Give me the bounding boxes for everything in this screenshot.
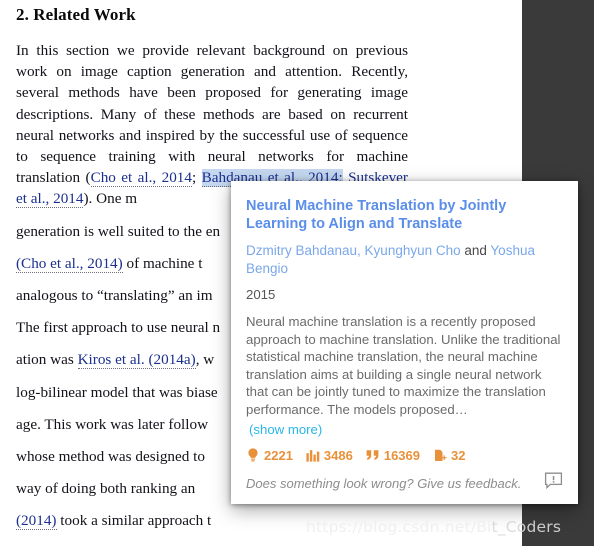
lightbulb-icon xyxy=(246,448,260,462)
show-more-link[interactable]: (show more) xyxy=(249,421,322,439)
metric-value-highly-influenced: 2221 xyxy=(264,447,293,463)
paragraph-1-line-cho-rest: of machine t xyxy=(122,254,203,272)
paragraph-1-tail: ). One m xyxy=(83,190,138,208)
metric-value-references: 32 xyxy=(451,447,466,463)
paper-abstract: Neural machine translation is a recently… xyxy=(246,314,561,417)
paragraph-1-line-analogous: analogous to “translating” an im xyxy=(16,287,213,305)
feedback-button[interactable] xyxy=(541,472,565,496)
metric-value-citation-velocity: 3486 xyxy=(323,447,353,463)
watermark-part-on-white: https://blog.csdn.net/Bi xyxy=(306,518,492,536)
metric-references[interactable]: 32 xyxy=(433,448,465,463)
paragraph-2-seg1: The first approach to use neural n xyxy=(16,319,221,337)
watermark-part-on-dark: t_Coders xyxy=(491,518,562,536)
section-heading: 2. Related Work xyxy=(16,5,136,24)
paragraph-2-seg7: way of doing both ranking an xyxy=(16,480,196,498)
metric-citations[interactable]: 16369 xyxy=(366,448,420,463)
paragraph-2-seg8: took a similar approach t xyxy=(56,512,212,530)
paragraph-2-seg3: , w xyxy=(195,351,215,369)
bar-chart-icon xyxy=(306,448,320,462)
publication-year: 2015 xyxy=(246,287,276,302)
citation-separator: ; xyxy=(192,169,202,187)
paragraph-1-line-generation: generation is well suited to the en xyxy=(16,222,221,240)
citation-cho-2014[interactable]: Cho et al., 2014 xyxy=(90,169,192,188)
paragraph-2-seg6: whose method was designed to xyxy=(16,448,205,466)
citation-kiros-2014a[interactable]: Kiros et al. (2014a) xyxy=(77,351,196,370)
watermark: https://blog.csdn.net/Bit_Coders xyxy=(306,518,561,536)
scholar-preview-card[interactable]: Neural Machine Translation by Jointly Le… xyxy=(231,181,578,504)
feedback-prompt-text: Does something look wrong? Give us feedb… xyxy=(246,476,522,492)
paper-authors: Dzmitry Bahdanau, Kyunghyun Cho and Yosh… xyxy=(246,242,563,278)
author-link-1[interactable]: Dzmitry Bahdanau, Kyunghyun Cho xyxy=(246,243,461,258)
comment-alert-icon xyxy=(544,472,563,495)
citation-cho-2014-second[interactable]: (Cho et al., 2014) xyxy=(16,254,123,273)
paper-metrics-row: 2221 3486 16369 32 xyxy=(246,448,563,464)
paragraph-2-line-8: feed-forward neural language m xyxy=(16,543,408,546)
metric-highly-influenced[interactable]: 2221 xyxy=(246,448,293,463)
paragraph-1-text: In this section we provide relevant back… xyxy=(16,42,408,187)
document-add-icon xyxy=(433,448,447,462)
citation-year-2014[interactable]: (2014) xyxy=(16,512,57,531)
metric-value-citations: 16369 xyxy=(383,447,420,463)
paragraph-2-seg5: age. This work was later follow xyxy=(16,415,209,433)
feedback-row: Does something look wrong? Give us feedb… xyxy=(246,469,563,504)
quote-icon xyxy=(366,448,380,462)
authors-conjunction: and xyxy=(460,243,491,258)
paragraph-2-seg2: ation was xyxy=(16,351,78,369)
paragraph-2-seg4: log-bilinear model that was biase xyxy=(16,383,218,401)
paper-title-link[interactable]: Neural Machine Translation by Jointly Le… xyxy=(246,197,563,233)
metric-citation-velocity[interactable]: 3486 xyxy=(306,448,353,463)
